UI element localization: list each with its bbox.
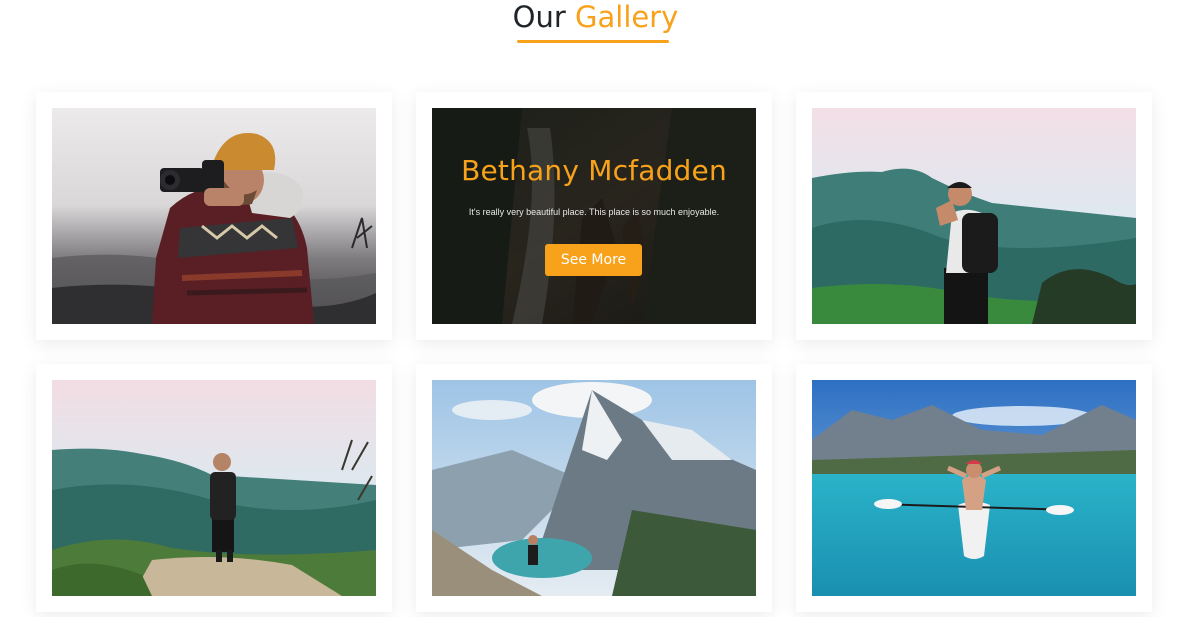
gallery-card-6[interactable] (796, 364, 1152, 612)
gallery-photo-4[interactable] (52, 380, 376, 596)
kayak-image (812, 380, 1136, 596)
cliff-hiker-image (52, 380, 376, 596)
gallery-photo-2[interactable]: Bethany Mcfadden It's really very beauti… (432, 108, 756, 324)
photo-overlay: Bethany Mcfadden It's really very beauti… (432, 108, 756, 324)
photographer-image (52, 108, 376, 324)
binoculars-hiker-image (812, 108, 1136, 324)
title-underline (517, 40, 669, 43)
gallery-photo-6[interactable] (812, 380, 1136, 596)
gallery-card-1[interactable] (36, 92, 392, 340)
gallery-card-4[interactable] (36, 364, 392, 612)
mountain-lake-image (432, 380, 756, 596)
gallery-photo-1[interactable] (52, 108, 376, 324)
gallery-photo-3[interactable] (812, 108, 1136, 324)
gallery-heading: Our Gallery (0, 0, 1191, 34)
overlay-title: Bethany Mcfadden (461, 154, 727, 187)
overlay-description: It's really very beautiful place. This p… (468, 207, 720, 217)
section-title: Our Gallery (513, 0, 679, 34)
gallery-page: Our Gallery Bethany Mcfadden It's really… (0, 0, 1191, 617)
see-more-button[interactable]: See More (545, 244, 642, 276)
gallery-photo-5[interactable] (432, 380, 756, 596)
title-part-our: Our (512, 0, 566, 34)
gallery-card-5[interactable] (416, 364, 772, 612)
gallery-card-2[interactable]: Bethany Mcfadden It's really very beauti… (416, 92, 772, 340)
gallery-card-3[interactable] (796, 92, 1152, 340)
title-part-gallery: Gallery (575, 0, 679, 34)
